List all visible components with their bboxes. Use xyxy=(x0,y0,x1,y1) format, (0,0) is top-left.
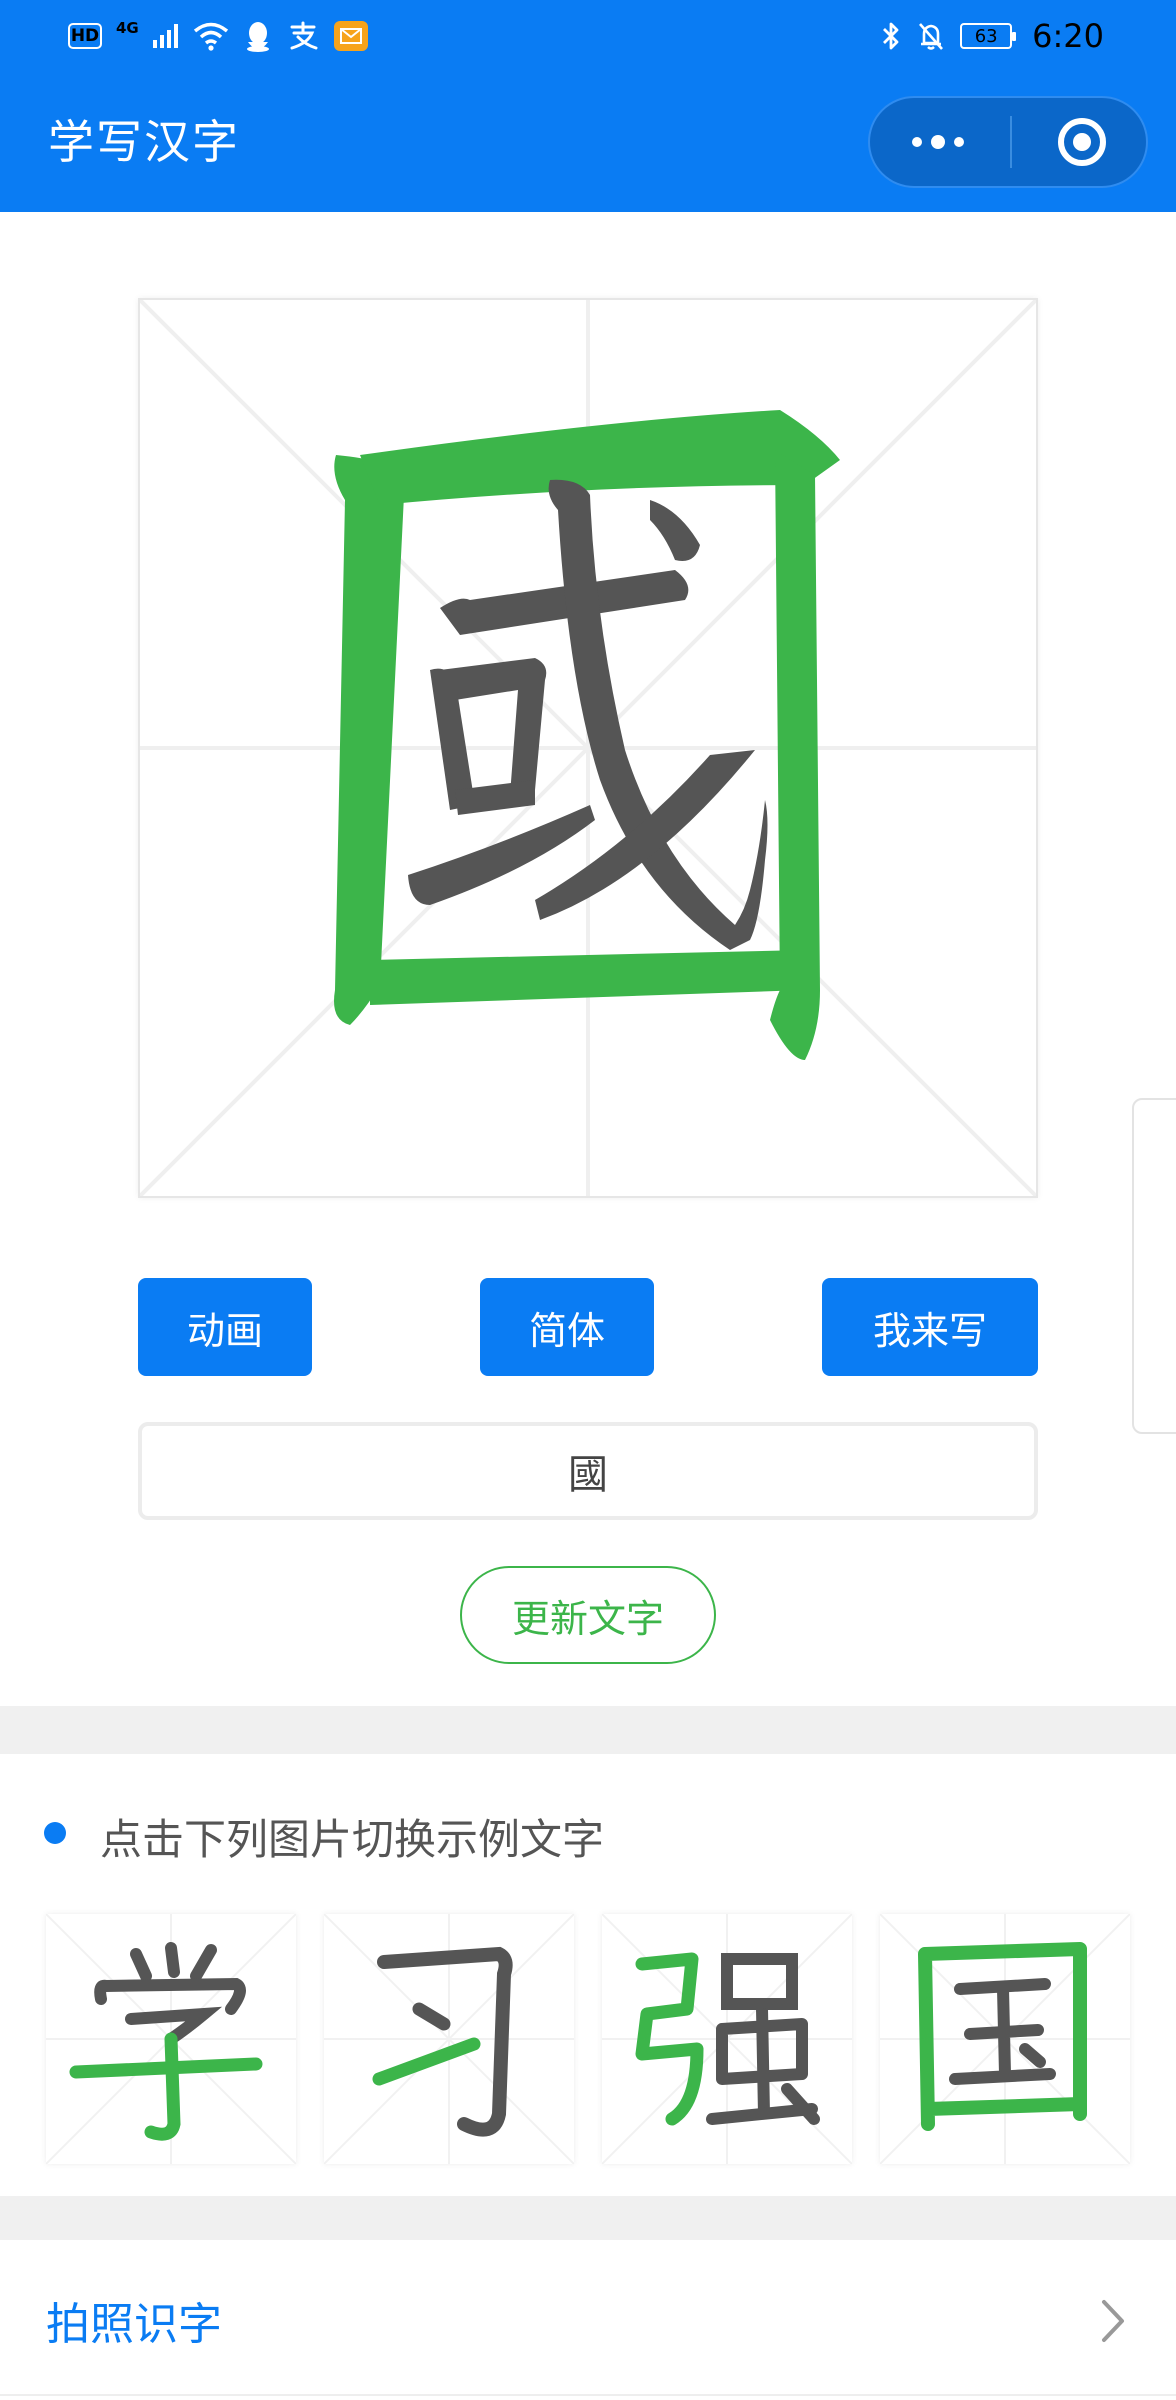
mail-icon xyxy=(333,21,368,51)
hd-badge: HD xyxy=(68,23,102,49)
network-type: 4G xyxy=(116,19,139,37)
mini-program-capsule xyxy=(868,96,1148,188)
character-canvas[interactable] xyxy=(138,298,1038,1198)
example-image-qiang xyxy=(601,1913,853,2165)
page-title: 学写汉字 xyxy=(48,115,240,169)
example-thumb-xi[interactable] xyxy=(323,1913,575,2165)
example-image-xue xyxy=(45,1913,297,2165)
mute-bell-icon xyxy=(919,23,944,50)
qq-icon xyxy=(246,22,269,52)
character-input[interactable]: 國 xyxy=(138,1422,1038,1520)
animate-button[interactable]: 动画 xyxy=(138,1278,312,1376)
simplified-button[interactable]: 简体 xyxy=(480,1278,654,1376)
section-divider-2 xyxy=(0,2196,1176,2240)
write-button[interactable]: 我来写 xyxy=(822,1278,1038,1376)
example-thumb-guo[interactable] xyxy=(879,1913,1131,2165)
clock: 6:20 xyxy=(1032,17,1104,55)
status-icons-right: 63 6:20 xyxy=(880,16,1104,56)
chevron-right-icon[interactable] xyxy=(1098,2296,1128,2346)
example-thumb-xue[interactable] xyxy=(45,1913,297,2165)
battery-icon: 63 xyxy=(960,23,1017,49)
character-strokes xyxy=(334,410,840,1060)
row-divider xyxy=(0,2394,1176,2396)
signal-icon xyxy=(152,24,178,48)
wifi-icon xyxy=(193,22,228,51)
capsule-divider xyxy=(1010,116,1012,168)
alipay-icon xyxy=(290,21,318,50)
photo-recognize-label[interactable]: 拍照识字 xyxy=(46,2288,222,2352)
close-target-icon[interactable] xyxy=(1056,116,1108,168)
bullet-dot xyxy=(44,1822,66,1844)
section-divider xyxy=(0,1706,1176,1754)
examples-title: 点击下列图片切换示例文字 xyxy=(100,1815,605,1864)
side-drawer-tab[interactable] xyxy=(1132,1098,1176,1434)
bluetooth-icon xyxy=(883,22,899,50)
more-icon[interactable] xyxy=(894,122,982,162)
example-image-xi xyxy=(323,1913,575,2165)
example-thumb-qiang[interactable] xyxy=(601,1913,853,2165)
update-char-button[interactable]: 更新文字 xyxy=(460,1566,716,1664)
example-image-guo xyxy=(879,1913,1131,2165)
status-icons-left: HD 4G xyxy=(68,16,368,56)
